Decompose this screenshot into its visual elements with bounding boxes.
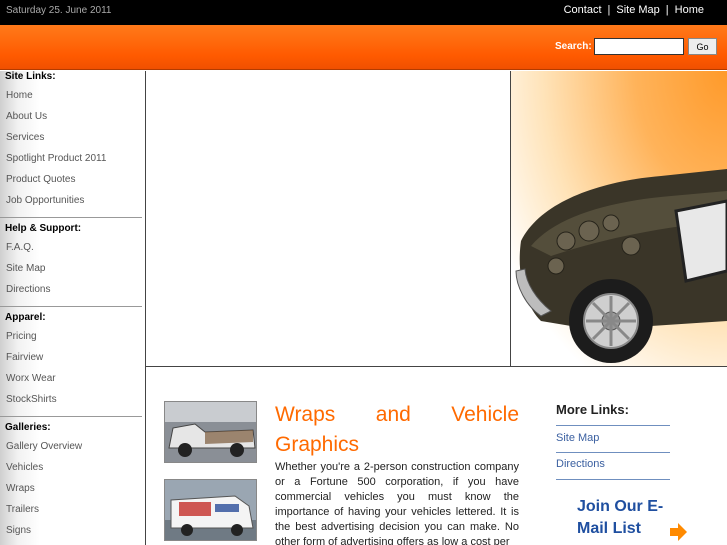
sidebar-item-site-map[interactable]: Site Map	[6, 263, 45, 274]
article-title-line1: Wraps and Vehicle	[275, 403, 519, 426]
vehicle-photo	[165, 402, 256, 462]
sidebar-item-spotlight-product[interactable]: Spotlight Product 2011	[6, 153, 106, 164]
sidebar-divider	[0, 416, 142, 417]
sidebar-item-services[interactable]: Services	[6, 132, 44, 143]
section-title-galleries: Galleries:	[5, 422, 51, 433]
van-thumbnail[interactable]	[164, 479, 257, 541]
van-photo	[165, 480, 256, 540]
sidebar-item-gallery-overview[interactable]: Gallery Overview	[6, 441, 82, 452]
more-links-divider	[556, 452, 670, 453]
hero-blank-panel	[146, 71, 511, 367]
header-banner: Search: Go	[0, 25, 727, 70]
top-links: Contact | Site Map | Home	[564, 4, 704, 16]
home-link[interactable]: Home	[675, 4, 704, 16]
top-bar: Saturday 25. June 2011 Contact | Site Map |…	[0, 0, 727, 25]
sidebar-divider	[0, 217, 142, 218]
truck-illustration	[515, 169, 727, 363]
more-link-site-map[interactable]: Site Map	[556, 432, 599, 444]
link-separator: |	[665, 4, 669, 16]
more-link-directions[interactable]: Directions	[556, 458, 605, 470]
more-links-title: More Links:	[556, 402, 629, 417]
sidebar-item-home[interactable]: Home	[6, 90, 33, 101]
sidebar-item-product-quotes[interactable]: Product Quotes	[6, 174, 75, 185]
article-title-line2: Graphics	[275, 433, 360, 456]
sidebar-item-job-opportunities[interactable]: Job Opportunities	[6, 195, 84, 206]
sidebar-item-wraps[interactable]: Wraps	[6, 483, 35, 494]
search-label: Search:	[555, 41, 592, 52]
sidebar-item-pricing[interactable]: Pricing	[6, 331, 37, 342]
site-map-link[interactable]: Site Map	[616, 4, 659, 16]
arrow-right-icon[interactable]	[668, 522, 688, 542]
sidebar-item-directions[interactable]: Directions	[6, 284, 50, 295]
wrap-thumbnail[interactable]	[164, 401, 257, 463]
article-body: Whether you're a 2-person construction c…	[275, 461, 519, 545]
join-email-list-link[interactable]: Join Our E-Mail List	[577, 496, 672, 540]
sidebar-item-fairview[interactable]: Fairview	[6, 352, 43, 363]
sidebar-item-vehicles[interactable]: Vehicles	[6, 462, 43, 473]
more-links-divider	[556, 479, 670, 480]
section-title-apparel: Apparel:	[5, 312, 46, 323]
go-button[interactable]: Go	[688, 38, 717, 55]
hero-truck-image	[511, 71, 727, 367]
section-title-site-links: Site Links:	[5, 71, 56, 82]
sidebar-item-signs[interactable]: Signs	[6, 525, 31, 536]
sidebar-item-about-us[interactable]: About Us	[6, 111, 47, 122]
link-separator: |	[607, 4, 611, 16]
section-title-help-support: Help & Support:	[5, 223, 82, 234]
sidebar-item-faq[interactable]: F.A.Q.	[6, 242, 34, 253]
date-display: Saturday 25. June 2011	[6, 5, 112, 16]
search-input[interactable]	[594, 38, 684, 55]
sidebar-item-worx-wear[interactable]: Worx Wear	[6, 373, 56, 384]
sidebar-item-trailers[interactable]: Trailers	[6, 504, 39, 515]
contact-link[interactable]: Contact	[564, 4, 602, 16]
more-links-divider	[556, 425, 670, 426]
sidebar-item-stockshirts[interactable]: StockShirts	[6, 394, 57, 405]
article-title: Wraps and Vehicle Graphics	[275, 400, 519, 460]
sidebar: Site Links: Home About Us Services Spotl…	[0, 71, 146, 545]
sidebar-divider	[0, 306, 142, 307]
